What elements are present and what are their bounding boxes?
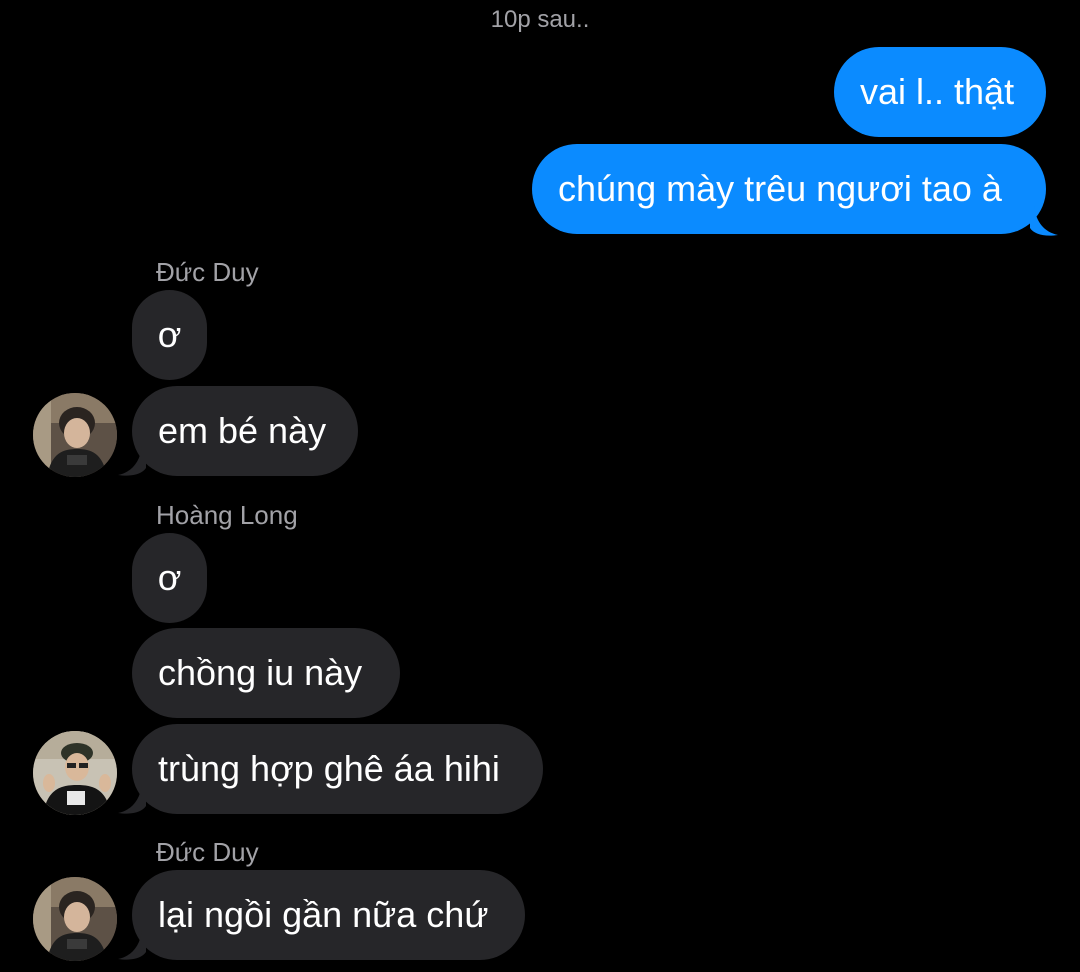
incoming-message[interactable]: trùng hợp ghê áa hihi	[132, 724, 543, 814]
outgoing-bubble-tail-icon	[1030, 206, 1058, 236]
incoming-bubble-tail-icon	[118, 446, 146, 476]
incoming-message[interactable]: lại ngồi gần nữa chứ	[132, 870, 525, 960]
incoming-bubble-tail-icon	[118, 784, 146, 814]
incoming-message[interactable]: ơ	[132, 290, 207, 380]
incoming-bubble-tail-icon	[118, 930, 146, 960]
incoming-message[interactable]: em bé này	[132, 386, 358, 476]
sender-name: Đức Duy	[156, 837, 259, 867]
avatar-hoang-long-icon[interactable]	[33, 731, 117, 815]
outgoing-message[interactable]: vai l.. thật	[834, 47, 1046, 137]
avatar-duc-duy-icon[interactable]	[33, 393, 117, 477]
timestamp: 10p sau..	[490, 6, 590, 33]
incoming-message[interactable]: chồng iu này	[132, 628, 400, 718]
sender-name: Đức Duy	[156, 257, 259, 287]
avatar-duc-duy-icon[interactable]	[33, 877, 117, 961]
outgoing-message[interactable]: chúng mày trêu ngươi tao à	[532, 144, 1046, 234]
sender-name: Hoàng Long	[156, 500, 298, 530]
incoming-message[interactable]: ơ	[132, 533, 207, 623]
